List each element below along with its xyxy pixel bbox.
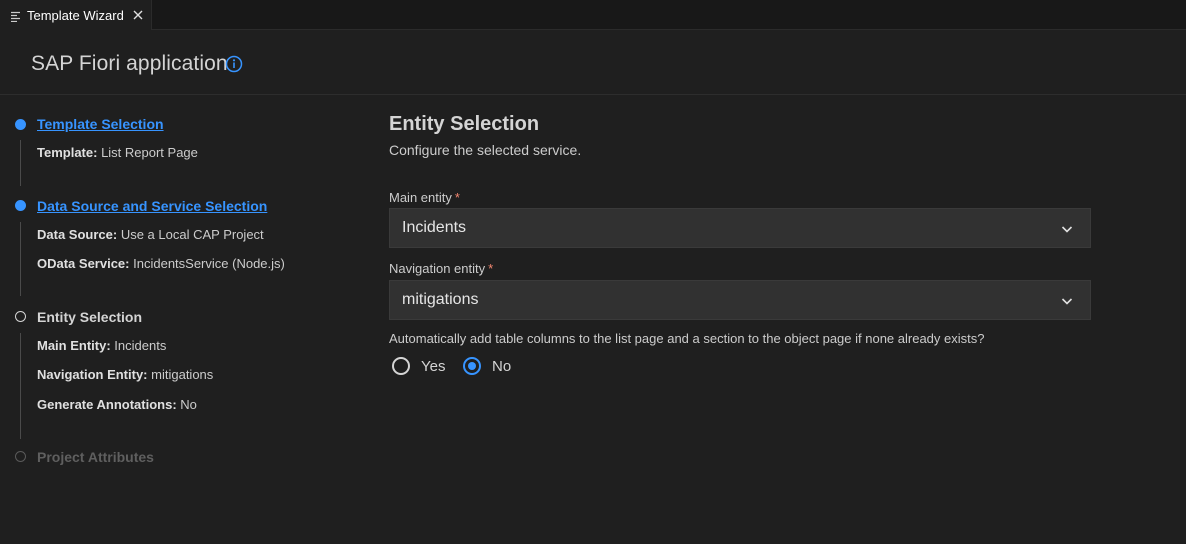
radio-no-label[interactable]: No — [492, 358, 511, 375]
main-entity-value: Incidents — [402, 219, 467, 236]
main-entity-select[interactable]: Incidents — [389, 208, 1091, 248]
add-columns-question: Automatically add table columns to the l… — [389, 331, 985, 346]
step-current-icon — [15, 311, 26, 322]
step-data-source[interactable]: Data Source and Service Selection — [37, 198, 267, 214]
info-icon[interactable] — [225, 55, 243, 73]
page-title: SAP Fiori application — [31, 52, 228, 75]
main-entity-label: Main entity * — [389, 190, 460, 205]
step-connector — [20, 333, 21, 439]
form-title: Entity Selection — [389, 113, 540, 135]
navigation-entity-select[interactable]: mitigations — [389, 280, 1091, 320]
wizard-header: SAP Fiori application — [0, 30, 1186, 95]
navigation-entity-label: Navigation entity * — [389, 261, 494, 276]
step-done-icon — [15, 200, 26, 211]
step-project-attributes: Project Attributes — [37, 449, 154, 465]
step-detail-odata-service: OData Service: IncidentsService (Node.js… — [37, 256, 285, 271]
step-detail-template: Template: List Report Page — [37, 145, 198, 160]
radio-yes[interactable] — [392, 357, 410, 375]
step-pending-icon — [15, 451, 26, 462]
preview-icon — [11, 10, 22, 22]
close-icon[interactable] — [132, 9, 144, 21]
step-connector — [20, 140, 21, 186]
tab-template-wizard[interactable]: Template Wizard — [0, 0, 152, 30]
form-subtitle: Configure the selected service. — [389, 142, 582, 158]
navigation-entity-value: mitigations — [402, 291, 479, 308]
radio-yes-label[interactable]: Yes — [421, 358, 445, 375]
tab-label: Template Wizard — [27, 7, 124, 23]
required-marker: * — [488, 261, 494, 276]
radio-no[interactable] — [463, 357, 481, 375]
step-entity-selection: Entity Selection — [37, 309, 143, 325]
step-connector — [20, 222, 21, 296]
step-template-selection[interactable]: Template Selection — [37, 116, 164, 132]
step-detail-generate-annotations: Generate Annotations: No — [37, 397, 197, 412]
step-detail-main-entity: Main Entity: Incidents — [37, 338, 167, 353]
step-detail-navigation-entity: Navigation Entity: mitigations — [37, 367, 214, 382]
required-marker: * — [454, 190, 460, 205]
chevron-down-icon — [1060, 222, 1074, 236]
step-done-icon — [15, 119, 26, 130]
editor-tab-bar: Template Wizard — [0, 0, 1186, 30]
step-detail-data-source: Data Source: Use a Local CAP Project — [37, 227, 264, 242]
chevron-down-icon — [1060, 294, 1074, 308]
